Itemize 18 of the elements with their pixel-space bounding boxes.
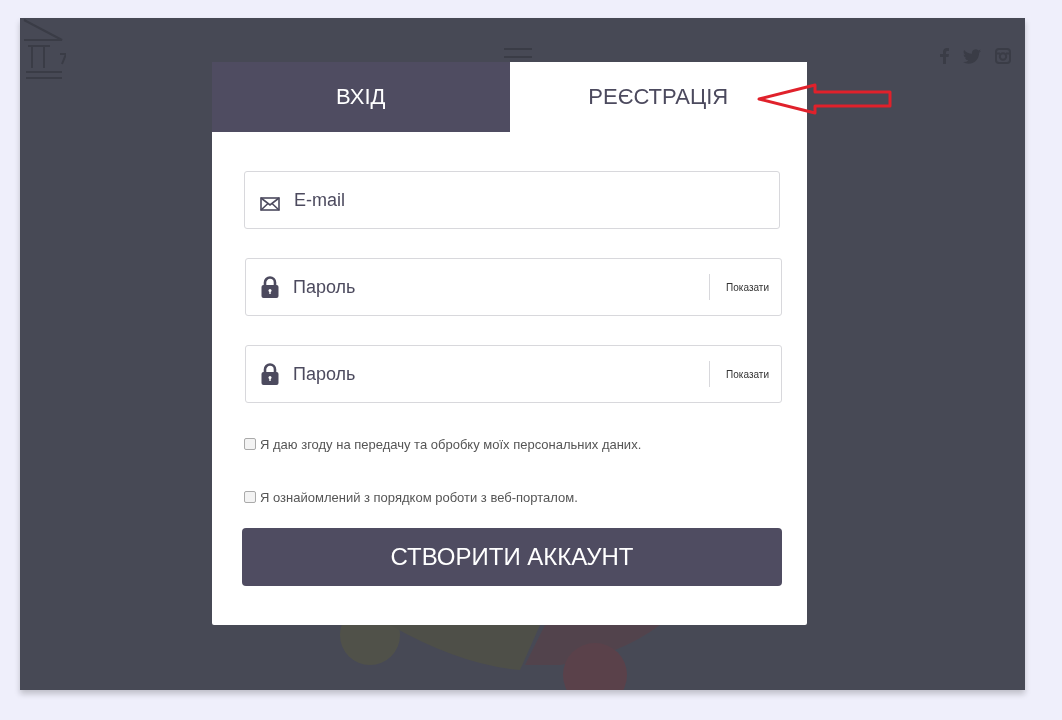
show-password-button[interactable]: Показати [709,361,781,387]
create-account-button[interactable]: СТВОРИТИ АККАУНТ [242,528,782,586]
checkbox[interactable] [244,491,256,503]
password-input[interactable]: Пароль [279,363,710,385]
envelope-icon [260,197,280,211]
tab[interactable]: ВХІД [212,62,510,132]
lock-icon [261,363,279,385]
email-input[interactable]: E-mail [280,189,779,211]
checkbox-label: Я даю згоду на передачу та обробку моїх персональних даних. [260,436,642,452]
email-field[interactable]: E-mail [244,171,780,229]
lock-icon [261,276,279,298]
password-field[interactable]: Пароль Показати [245,258,782,316]
building-logo-icon [22,18,66,82]
password-input[interactable]: Пароль [279,276,710,298]
password-field[interactable]: Пароль Показати [245,345,782,403]
checkbox[interactable] [244,438,256,450]
show-password-button[interactable]: Показати [709,274,781,300]
checkbox-label: Я ознайомлений з порядком роботи з веб-порталом. [260,489,578,505]
